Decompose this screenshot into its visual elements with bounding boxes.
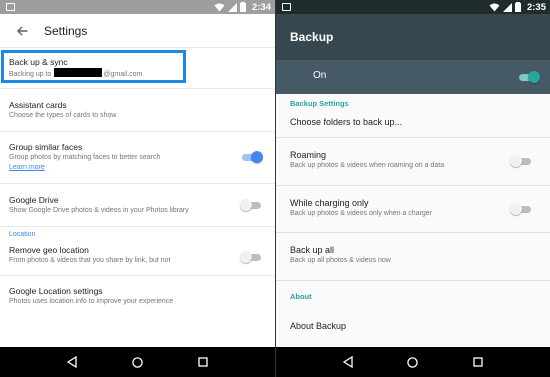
battery-icon [239, 2, 246, 12]
google-drive-toggle[interactable] [240, 199, 263, 212]
signal-icon [227, 2, 237, 12]
item-title: Back up all [290, 245, 335, 255]
page-title: Backup [290, 30, 334, 44]
divider [276, 280, 550, 281]
system-nav-bar [276, 347, 550, 377]
home-icon[interactable] [407, 356, 419, 368]
charging-only-toggle[interactable] [510, 203, 533, 216]
item-subtitle: Back up photos & videos when roaming on … [290, 162, 445, 169]
setting-remove-geo[interactable]: Remove geo location From photos & videos… [0, 242, 275, 276]
backup-master-toggle[interactable] [517, 71, 540, 84]
setting-subtitle: Group photos by matching faces to better… [9, 154, 161, 161]
status-time: 2:35 [526, 1, 546, 13]
backup-screen: 2:35 Backup On Backup Settings Choose fo… [276, 0, 550, 377]
notification-image-icon [282, 3, 291, 11]
setting-subtitle: From photos & videos that you share by l… [9, 257, 171, 264]
group-faces-toggle[interactable] [240, 151, 263, 164]
setting-assistant-cards[interactable]: Assistant cards Choose the types of card… [0, 89, 275, 132]
setting-subtitle: Photos uses location info to improve you… [9, 298, 174, 305]
setting-title: Remove geo location [9, 245, 89, 255]
home-icon[interactable] [132, 356, 143, 368]
item-title: Choose folders to back up... [290, 117, 403, 127]
section-header-location: Location [9, 231, 36, 238]
divider [276, 232, 550, 233]
section-header-about: About [290, 292, 312, 301]
setting-title: Assistant cards [9, 100, 67, 110]
item-title: Roaming [290, 150, 327, 160]
settings-screen: 2:34 Settings Back up & sync Backing up … [0, 0, 275, 377]
app-header: Backup On [276, 14, 550, 94]
setting-google-drive[interactable]: Google Drive Show Google Drive photos & … [0, 184, 275, 227]
roaming-item[interactable]: Roaming Back up photos & videos when roa… [290, 149, 540, 171]
wifi-icon [489, 3, 500, 11]
back-button[interactable] [6, 14, 38, 48]
setting-backup-sync[interactable]: Back up & sync Backing up to @gmail.com [0, 48, 275, 89]
status-bar: 2:34 [0, 0, 275, 14]
item-subtitle: Back up all photos & videos now [290, 257, 391, 264]
item-title: While charging only [290, 198, 369, 208]
setting-group-faces[interactable]: Group similar faces Group photos by matc… [0, 132, 275, 184]
system-nav-bar [0, 347, 275, 377]
status-time: 2:34 [251, 1, 271, 13]
recents-icon[interactable] [197, 357, 208, 367]
setting-title: Google Location settings [9, 286, 103, 296]
divider [276, 137, 550, 138]
section-header-backup-settings: Backup Settings [290, 99, 349, 108]
item-subtitle: Back up photos & videos only when a char… [290, 210, 433, 217]
setting-location-settings[interactable]: Google Location settings Photos uses loc… [0, 276, 275, 316]
roaming-toggle[interactable] [510, 155, 533, 168]
highlight-box [1, 50, 186, 83]
app-toolbar: Settings [0, 14, 275, 48]
learn-more-link[interactable]: Learn more [9, 163, 275, 172]
choose-folders-item[interactable]: Choose folders to back up... [290, 116, 402, 128]
setting-subtitle: Choose the types of cards to show [9, 112, 117, 119]
master-switch-label: On [313, 70, 327, 81]
backup-all-item[interactable]: Back up all Back up all photos & videos … [290, 244, 391, 266]
master-switch-bar[interactable]: On [276, 60, 550, 94]
notification-image-icon [6, 3, 15, 11]
setting-title: Google Drive [9, 195, 59, 205]
settings-list: Back up & sync Backing up to @gmail.com … [0, 48, 275, 316]
arrow-back-icon [16, 26, 27, 35]
signal-icon [502, 2, 512, 12]
status-bar: 2:35 [276, 0, 550, 14]
setting-title: Group similar faces [9, 142, 83, 152]
page-title: Settings [44, 23, 88, 38]
divider [276, 185, 550, 186]
back-icon[interactable] [343, 356, 353, 368]
setting-subtitle: Show Google Drive photos & videos in you… [9, 207, 189, 214]
wifi-icon [214, 3, 225, 11]
remove-geo-toggle[interactable] [240, 251, 263, 264]
battery-icon [514, 2, 521, 12]
charging-only-item[interactable]: While charging only Back up photos & vid… [290, 197, 540, 219]
back-icon[interactable] [67, 356, 77, 368]
recents-icon[interactable] [473, 357, 483, 367]
about-backup-item[interactable]: About Backup [290, 320, 346, 332]
item-title: About Backup [290, 321, 347, 331]
